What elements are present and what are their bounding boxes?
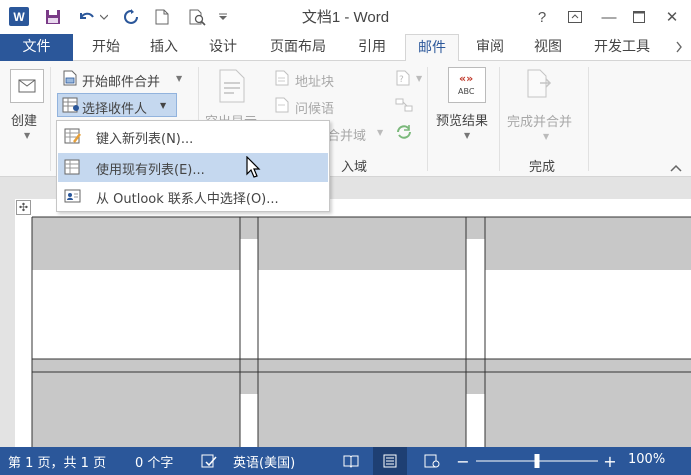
svg-text:?: ? [399,75,404,85]
insert-merge-field-button: 合并域 [327,129,367,144]
tab-file[interactable]: 文件 [0,34,73,61]
create-dropdown-icon[interactable]: ▼ [24,131,30,140]
tab-view[interactable]: 视图 [524,34,572,61]
read-mode-icon[interactable] [337,447,365,475]
save-icon[interactable] [41,6,65,28]
select-recipients-dropdown-icon: ▼ [160,101,167,110]
ribbon-tabs: 文件 开始 插入 设计 页面布局 引用 邮件 审阅 视图 开发工具 [0,34,691,62]
menu-item-use-existing-list[interactable]: 使用现有列表(E)... [58,153,328,182]
language-indicator[interactable]: 英语(美国) [233,452,295,471]
finish-merge-dropdown-icon: ▼ [543,132,550,141]
insert-fields-group-label: 入域 [341,160,368,175]
highlight-fields-icon [218,69,246,107]
tab-home[interactable]: 开始 [82,34,130,61]
tab-references[interactable]: 引用 [347,34,397,61]
customize-quick-access-icon[interactable] [216,6,230,28]
preview-results-dropdown-icon[interactable]: ▼ [464,131,470,140]
word-logo-letter: W [13,9,25,24]
zoom-out-icon[interactable]: − [454,447,472,475]
zoom-slider[interactable] [476,447,598,475]
print-layout-icon[interactable] [373,447,407,475]
tab-design[interactable]: 设计 [199,34,247,61]
collapse-ribbon-icon[interactable] [670,161,682,176]
menu-item-outlook-contacts[interactable]: 从 Outlook 联系人中选择(O)... [58,182,328,211]
maximize-button[interactable] [627,6,651,28]
rules-icon: ? [395,70,413,90]
select-recipients-menu: 键入新列表(N)... 使用现有列表(E)... 从 Outlook 联系人中选… [56,120,330,212]
finish-merge-label: 完成并合并 [507,115,573,130]
zoom-level[interactable]: 100% [628,452,665,467]
finish-group-label: 完成 [529,160,556,175]
tab-page-layout[interactable]: 页面布局 [260,34,336,61]
tab-insert[interactable]: 插入 [140,34,188,61]
svg-text:«»: «» [459,72,473,85]
abc-text: ABC [458,87,475,96]
web-layout-icon[interactable] [418,447,446,475]
page-count[interactable]: 第 1 页，共 1 页 [8,452,106,471]
document-page[interactable] [15,199,691,447]
redo-icon[interactable] [119,6,143,28]
envelope-icon[interactable] [10,69,44,103]
existing-list-icon [64,159,82,175]
start-merge-dropdown-icon[interactable]: ▼ [176,74,182,83]
zoom-in-icon[interactable]: + [601,447,619,475]
select-recipients-label: 选择收件人 [82,102,148,117]
title-bar: W 文档1 - Word ? — ✕ [0,0,691,34]
ribbon-scroll-right-icon[interactable] [670,34,688,61]
outlook-contacts-icon [64,188,82,204]
update-labels-icon [395,123,413,145]
close-button[interactable]: ✕ [660,6,684,28]
rules-dropdown-icon: ▼ [416,74,423,83]
preview-results-label[interactable]: 预览结果 [436,110,488,129]
insert-merge-field-dropdown-icon: ▼ [377,128,384,137]
menu-item-label: 使用现有列表(E)... [96,163,205,178]
menu-item-label: 键入新列表(N)... [96,132,194,147]
finish-merge-icon [526,69,554,105]
word-count[interactable]: 0 个字 [135,452,173,471]
menu-item-type-new-list[interactable]: 键入新列表(N)... [58,122,328,151]
start-merge-icon[interactable] [62,70,78,90]
start-merge-button[interactable]: 开始邮件合并 [82,71,160,90]
match-fields-icon [395,97,413,117]
menu-item-label: 从 Outlook 联系人中选择(O)... [96,192,279,207]
undo-icon[interactable] [75,6,99,28]
zoom-slider-thumb[interactable] [534,454,540,468]
new-list-icon [64,128,82,144]
greeting-line-button: 问候语 [295,102,335,117]
help-button[interactable]: ? [530,6,554,28]
status-bar: 第 1 页，共 1 页 0 个字 英语(美国) − + 100% [0,447,691,475]
create-label[interactable]: 创建 [11,110,37,129]
tab-developer[interactable]: 开发工具 [583,34,661,61]
tab-mailings[interactable]: 邮件 [405,34,459,62]
proofing-icon[interactable] [199,447,219,475]
word-logo-icon[interactable]: W [9,7,29,26]
address-block-button: 地址块 [295,75,335,90]
address-block-icon [274,70,290,90]
ribbon-display-options-button[interactable] [563,6,587,28]
select-recipients-icon [62,97,80,117]
greeting-line-icon [274,97,290,117]
mouse-cursor-icon [246,155,262,184]
undo-dropdown-icon[interactable] [98,6,110,28]
tab-review[interactable]: 审阅 [466,34,514,61]
minimize-button[interactable]: — [597,6,621,28]
document-area[interactable] [0,177,691,447]
new-document-icon[interactable] [150,6,174,28]
table-move-handle-icon[interactable]: ✣ [16,200,31,215]
document-table[interactable] [15,199,691,447]
preview-results-icon[interactable]: «» ABC [448,67,486,103]
print-preview-icon[interactable] [186,6,210,28]
